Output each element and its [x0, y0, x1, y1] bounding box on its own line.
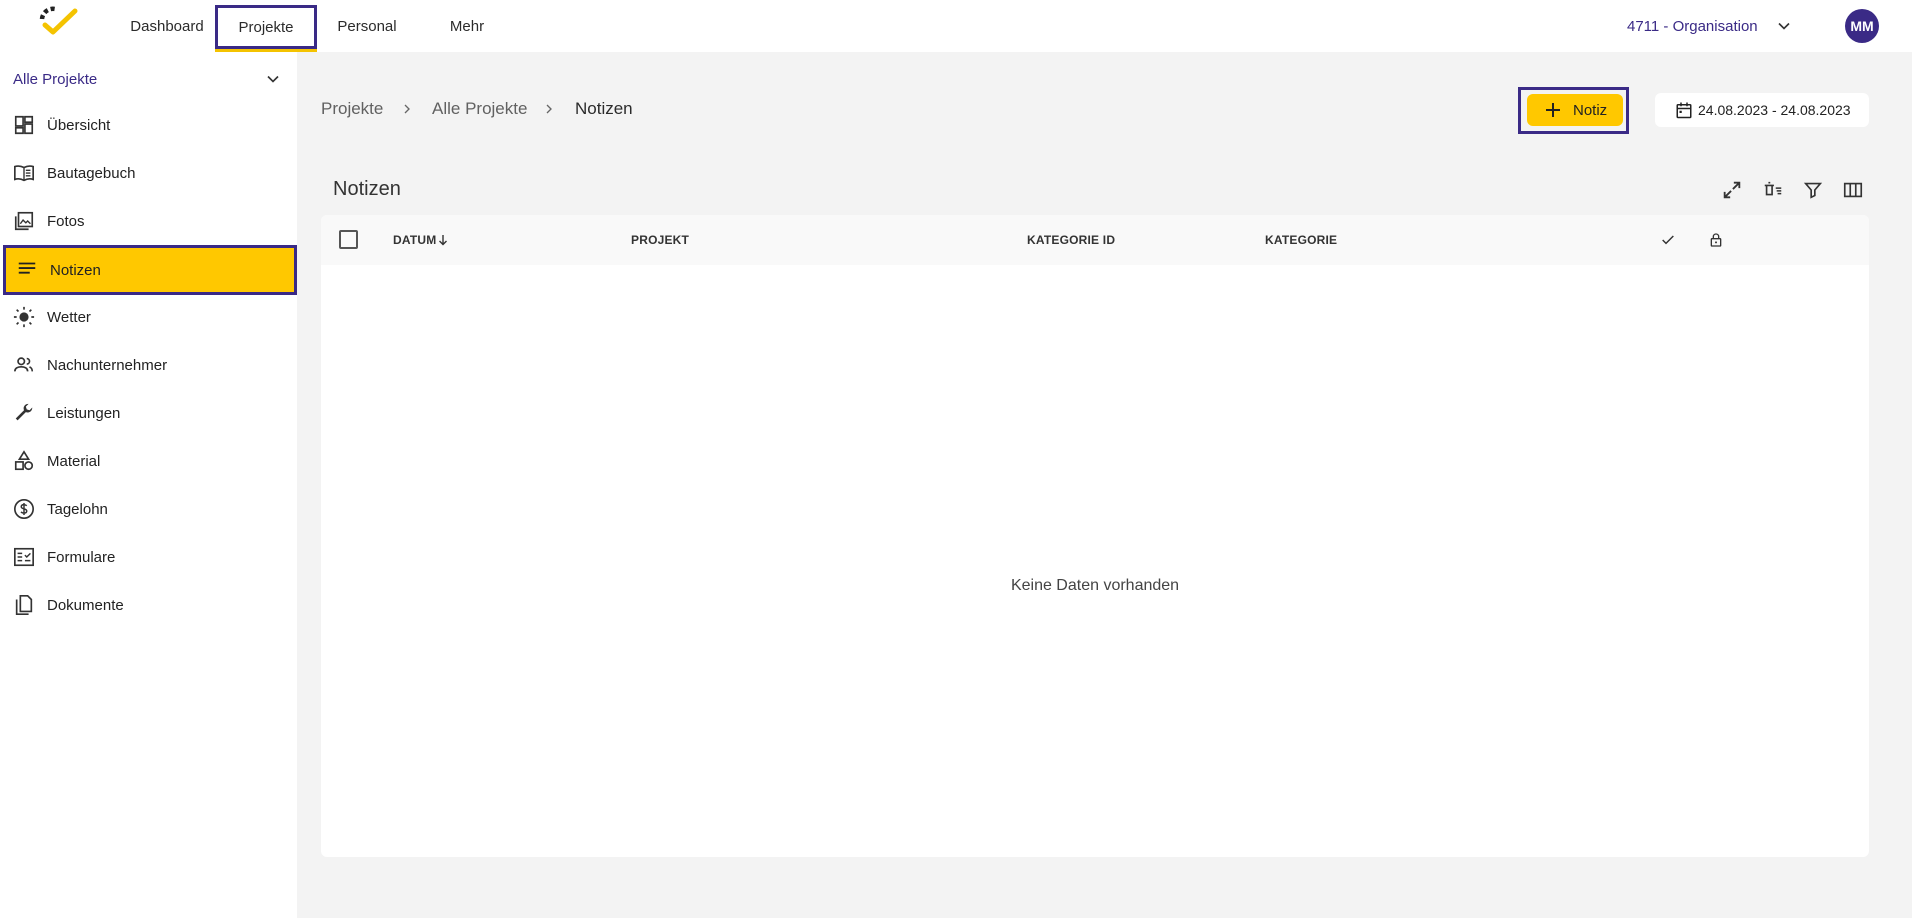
- date-range-picker[interactable]: 24.08.2023 - 24.08.2023: [1655, 93, 1869, 127]
- sun-icon: [13, 306, 35, 328]
- sidebar-item-fotos[interactable]: Fotos: [0, 197, 297, 245]
- wrench-icon: [13, 402, 35, 424]
- sidebar: Alle Projekte Übersicht Bautagebuch Foto…: [0, 52, 297, 918]
- column-header-kategorie-id[interactable]: KATEGORIE ID: [1027, 215, 1115, 265]
- sidebar-item-uebersicht[interactable]: Übersicht: [0, 101, 297, 149]
- filter-icon[interactable]: [1802, 179, 1824, 201]
- people-icon: [13, 354, 35, 376]
- sidebar-item-label: Formulare: [47, 548, 116, 566]
- organization-selector[interactable]: 4711 - Organisation: [1627, 0, 1758, 52]
- sidebar-item-wetter[interactable]: Wetter: [0, 293, 297, 341]
- nav-personal[interactable]: Personal: [325, 0, 409, 52]
- calendar-icon: [1675, 101, 1693, 119]
- sidebar-item-label: Nachunternehmer: [47, 356, 168, 374]
- table-header: DATUM PROJEKT KATEGORIE ID KATEGORIE: [321, 215, 1869, 265]
- notes-table: DATUM PROJEKT KATEGORIE ID KATEGORIE Kei…: [321, 215, 1869, 857]
- dashboard-icon: [13, 114, 35, 136]
- sidebar-item-label: Tagelohn: [47, 500, 108, 518]
- date-range-label: 24.08.2023 - 24.08.2023: [1698, 102, 1851, 118]
- plus-icon: [1545, 102, 1561, 118]
- sidebar-item-label: Notizen: [50, 261, 101, 279]
- sidebar-item-label: Bautagebuch: [47, 164, 136, 182]
- table-title: Notizen: [333, 178, 401, 200]
- app-logo[interactable]: [33, 3, 79, 43]
- fullscreen-icon[interactable]: [1721, 179, 1743, 201]
- column-label: DATUM: [393, 233, 437, 247]
- form-icon: [13, 546, 35, 568]
- column-header-kategorie[interactable]: KATEGORIE: [1265, 215, 1337, 265]
- sidebar-item-label: Übersicht: [47, 116, 111, 134]
- sidebar-item-tagelohn[interactable]: Tagelohn: [0, 485, 297, 533]
- sidebar-item-label: Material: [47, 452, 101, 470]
- clear-filter-icon[interactable]: [1762, 179, 1784, 201]
- add-note-button[interactable]: Notiz: [1527, 94, 1623, 126]
- check-icon[interactable]: [1660, 232, 1676, 248]
- columns-icon[interactable]: [1842, 179, 1864, 201]
- nav-mehr[interactable]: Mehr: [430, 0, 504, 52]
- sidebar-item-formulare[interactable]: Formulare: [0, 533, 297, 581]
- photos-icon: [13, 210, 35, 232]
- sidebar-item-leistungen[interactable]: Leistungen: [0, 389, 297, 437]
- book-icon: [13, 162, 35, 184]
- sidebar-item-notizen[interactable]: Notizen: [3, 245, 297, 295]
- sidebar-item-label: Wetter: [47, 308, 91, 326]
- nav-projekte[interactable]: Projekte: [215, 5, 317, 49]
- lock-icon[interactable]: [1708, 232, 1724, 248]
- dollar-icon: [13, 498, 35, 520]
- top-bar: Dashboard Projekte Personal Mehr 4711 - …: [0, 0, 1912, 52]
- project-select[interactable]: Alle Projekte: [13, 66, 283, 92]
- breadcrumb-current: Notizen: [575, 99, 633, 118]
- sidebar-item-bautagebuch[interactable]: Bautagebuch: [0, 149, 297, 197]
- sidebar-item-label: Dokumente: [47, 596, 124, 614]
- select-all-checkbox[interactable]: [339, 230, 358, 249]
- add-note-label: Notiz: [1573, 101, 1608, 119]
- notes-icon: [16, 258, 38, 280]
- sidebar-item-nachunternehmer[interactable]: Nachunternehmer: [0, 341, 297, 389]
- column-header-datum[interactable]: DATUM: [393, 215, 448, 265]
- sidebar-item-dokumente[interactable]: Dokumente: [0, 581, 297, 629]
- avatar[interactable]: MM: [1845, 9, 1879, 43]
- shapes-icon: [13, 450, 35, 472]
- documents-icon: [13, 594, 35, 616]
- project-select-label: Alle Projekte: [13, 70, 98, 88]
- chevron-right-icon: [399, 101, 415, 117]
- chevron-down-icon[interactable]: [1774, 16, 1794, 36]
- column-header-projekt[interactable]: PROJEKT: [631, 215, 689, 265]
- chevron-right-icon: [541, 101, 557, 117]
- empty-state-message: Keine Daten vorhanden: [1010, 577, 1180, 594]
- sidebar-item-label: Leistungen: [47, 404, 121, 422]
- breadcrumb-projekte[interactable]: Projekte: [321, 98, 383, 120]
- nav-dashboard[interactable]: Dashboard: [121, 0, 213, 52]
- sidebar-item-label: Fotos: [47, 212, 85, 230]
- breadcrumb-alle-projekte[interactable]: Alle Projekte: [432, 98, 527, 120]
- sort-desc-icon: [438, 234, 448, 246]
- chevron-down-icon: [263, 69, 283, 89]
- sidebar-item-material[interactable]: Material: [0, 437, 297, 485]
